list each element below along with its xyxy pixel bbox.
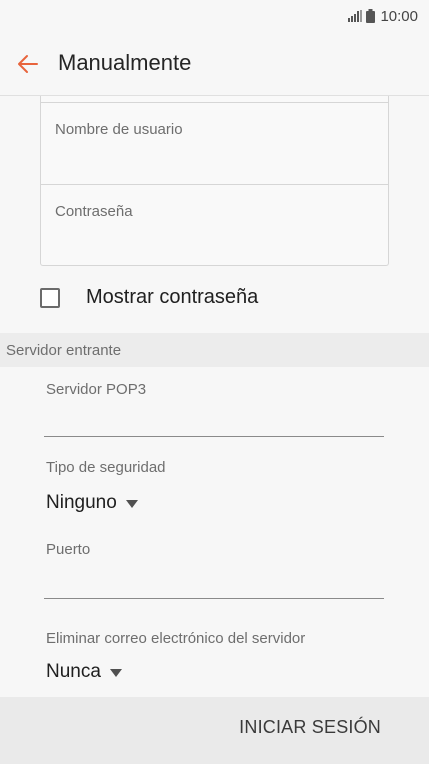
credentials-card: Nombre de usuario Contraseña [40,96,389,266]
username-field[interactable]: Nombre de usuario [41,103,388,184]
back-button[interactable] [12,48,44,80]
port-label: Puerto [46,541,91,558]
bottom-action-bar: INICIAR SESIÓN [0,697,429,764]
section-title: Servidor entrante [6,341,122,359]
app-bar: Manualmente [0,32,429,96]
port-underline [44,598,384,599]
delete-email-label: Eliminar correo electrónico del servidor [46,630,306,647]
dropdown-arrow-icon [125,500,138,508]
port-input[interactable] [44,567,384,597]
signal-icon [348,10,363,22]
page-title: Manualmente [58,50,192,75]
delete-email-dropdown[interactable]: Nunca [46,661,122,683]
delete-email-value: Nunca [46,661,101,682]
pop3-server-label: Servidor POP3 [46,381,147,398]
pop3-server-input[interactable] [44,405,384,435]
status-icons [348,9,376,23]
battery-icon [366,9,376,23]
security-type-value: Ninguno [46,492,117,513]
arrow-left-icon [18,55,38,73]
status-time: 10:00 [380,7,418,25]
show-password-checkbox[interactable] [40,287,60,308]
show-password-label: Mostrar contraseña [86,286,259,308]
dropdown-arrow-icon [109,669,122,677]
pop3-server-underline [44,436,384,437]
security-type-label: Tipo de seguridad [46,459,166,476]
show-password-checkbox-row[interactable]: Mostrar contraseña [40,286,258,309]
login-button[interactable]: INICIAR SESIÓN [239,717,381,738]
password-label: Contraseña [55,203,133,220]
incoming-server-section-header: Servidor entrante [0,333,429,367]
username-label: Nombre de usuario [55,121,183,138]
password-field[interactable]: Contraseña [41,185,388,266]
status-bar: 10:00 [0,0,429,32]
security-type-dropdown[interactable]: Ninguno [46,492,138,514]
